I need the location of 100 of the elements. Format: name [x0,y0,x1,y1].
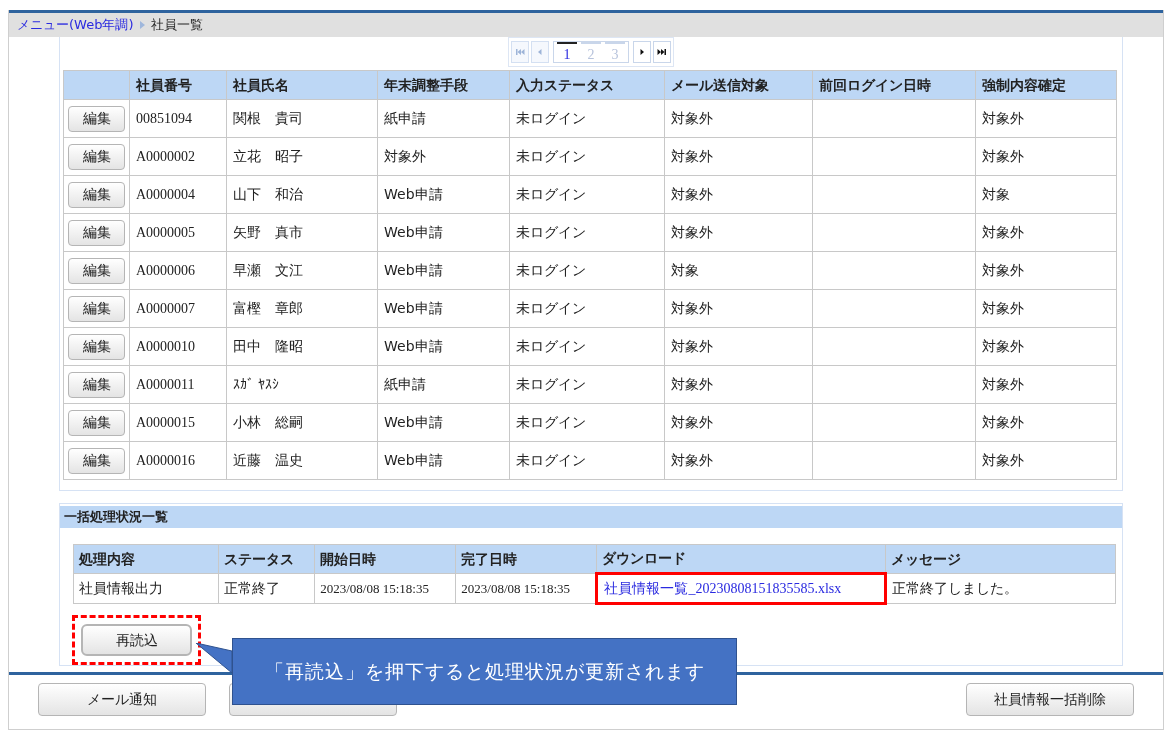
table-cell: 2023/08/08 15:18:35 [314,573,456,604]
table-cell: 未ログイン [509,251,665,290]
pager-button[interactable] [653,41,671,63]
table-cell: 対象外 [377,137,510,176]
section-header: 一括処理状況一覧 [60,506,1122,528]
column-header: ダウンロード [596,544,886,574]
download-link[interactable]: 社員情報一覧_20230808151835585.xlsx [604,581,842,596]
first-page-icon [515,47,525,57]
column-header: 年末調整手段 [377,70,510,100]
table-cell: A0000015 [129,403,227,442]
edit-button[interactable]: 編集 [68,219,125,246]
table-cell: 対象外 [975,403,1117,442]
table-cell: 正常終了しました。 [885,573,1116,604]
table-cell: 対象外 [664,365,813,404]
column-header: メール送信対象 [664,70,813,100]
table-cell: A0000007 [129,289,227,328]
table-cell: 対象外 [664,327,813,366]
page-number[interactable]: 1 [557,42,577,62]
edit-button[interactable]: 編集 [68,333,125,360]
table-cell: 対象外 [975,327,1117,366]
table-cell: 未ログイン [509,137,665,176]
table-cell: Web申請 [377,327,510,366]
table-cell: 対象外 [975,251,1117,290]
breadcrumb-arrow-icon [139,21,145,29]
table-cell: 関根 貴司 [226,99,378,138]
column-header: 開始日時 [314,544,456,574]
table-cell: 対象外 [975,99,1117,138]
column-header: メッセージ [885,544,1116,574]
table-cell: 山下 和治 [226,175,378,214]
column-header: 強制内容確定 [975,70,1117,100]
table-cell: 対象外 [664,175,813,214]
table-cell: A0000004 [129,175,227,214]
edit-button[interactable]: 編集 [68,181,125,208]
table-cell: 富樫 章郎 [226,289,378,328]
table-cell: 社員情報出力 [73,573,219,604]
table-cell: 田中 隆昭 [226,327,378,366]
table-cell: 対象外 [975,137,1117,176]
table-cell: Web申請 [377,403,510,442]
table-cell: 未ログイン [509,289,665,328]
table-cell: 未ログイン [509,441,665,480]
table-cell: 未ログイン [509,175,665,214]
table-cell: A0000006 [129,251,227,290]
table-cell: Web申請 [377,213,510,252]
edit-button[interactable]: 編集 [68,105,125,132]
table-cell: 対象外 [975,213,1117,252]
table-cell: 正常終了 [218,573,315,604]
column-header: 入力ステータス [509,70,665,100]
table-cell: A0000002 [129,137,227,176]
table-cell: A0000016 [129,441,227,480]
column-header: 社員氏名 [226,70,378,100]
table-cell: 近藤 温史 [226,441,378,480]
table-cell: 対象外 [664,441,813,480]
footer-button[interactable]: 社員情報一括削除 [966,683,1134,716]
table-cell: 早瀬 文江 [226,251,378,290]
breadcrumb-current: 社員一覧 [150,16,203,35]
table-cell: 矢野 真市 [226,213,378,252]
edit-button[interactable]: 編集 [68,295,125,322]
table-cell: 紙申請 [377,365,510,404]
edit-button[interactable]: 編集 [68,143,125,170]
edit-button[interactable]: 編集 [68,257,125,284]
table-cell: 対象外 [664,403,813,442]
table-cell: Web申請 [377,289,510,328]
table-cell: 対象外 [664,289,813,328]
table-cell: Web申請 [377,441,510,480]
table-cell: A0000011 [129,365,227,404]
column-header: 前回ログイン日時 [812,70,976,100]
table-cell: 対象外 [664,99,813,138]
table-cell: A0000010 [129,327,227,366]
edit-button[interactable]: 編集 [68,409,125,436]
table-cell: Web申請 [377,251,510,290]
table-cell: 未ログイン [509,365,665,404]
table-cell: Web申請 [377,175,510,214]
last-page-icon [657,47,667,57]
edit-button[interactable]: 編集 [68,447,125,474]
table-cell: 未ログイン [509,213,665,252]
table-cell: 対象外 [975,365,1117,404]
table-cell: 立花 昭子 [226,137,378,176]
column-header: 処理内容 [73,544,219,574]
table-cell: 対象外 [664,137,813,176]
reload-button[interactable]: 再読込 [81,624,192,656]
table-cell: 未ログイン [509,99,665,138]
table-cell: 00851094 [129,99,227,138]
column-header: ステータス [218,544,315,574]
table-cell: 対象外 [975,289,1117,328]
table-cell: 対象外 [975,441,1117,480]
column-header: 完了日時 [455,544,597,574]
table-cell: 未ログイン [509,327,665,366]
table-cell: 小林 総嗣 [226,403,378,442]
table-cell: 対象 [975,175,1117,214]
table-cell: 対象 [664,251,813,290]
table-cell: 対象外 [664,213,813,252]
breadcrumb-link[interactable]: メニュー(Web年調) [17,15,134,35]
table-cell: ｽｶﾞ ﾔｽｼ [226,365,378,404]
table-cell: 紙申請 [377,99,510,138]
table-cell: A0000005 [129,213,227,252]
table-cell: 未ログイン [509,403,665,442]
footer-button[interactable]: メール通知 [38,683,206,716]
edit-button[interactable]: 編集 [68,371,125,398]
column-header: 社員番号 [129,70,227,100]
callout-text: 「再読込」を押下すると処理状況が更新されます [264,659,705,685]
